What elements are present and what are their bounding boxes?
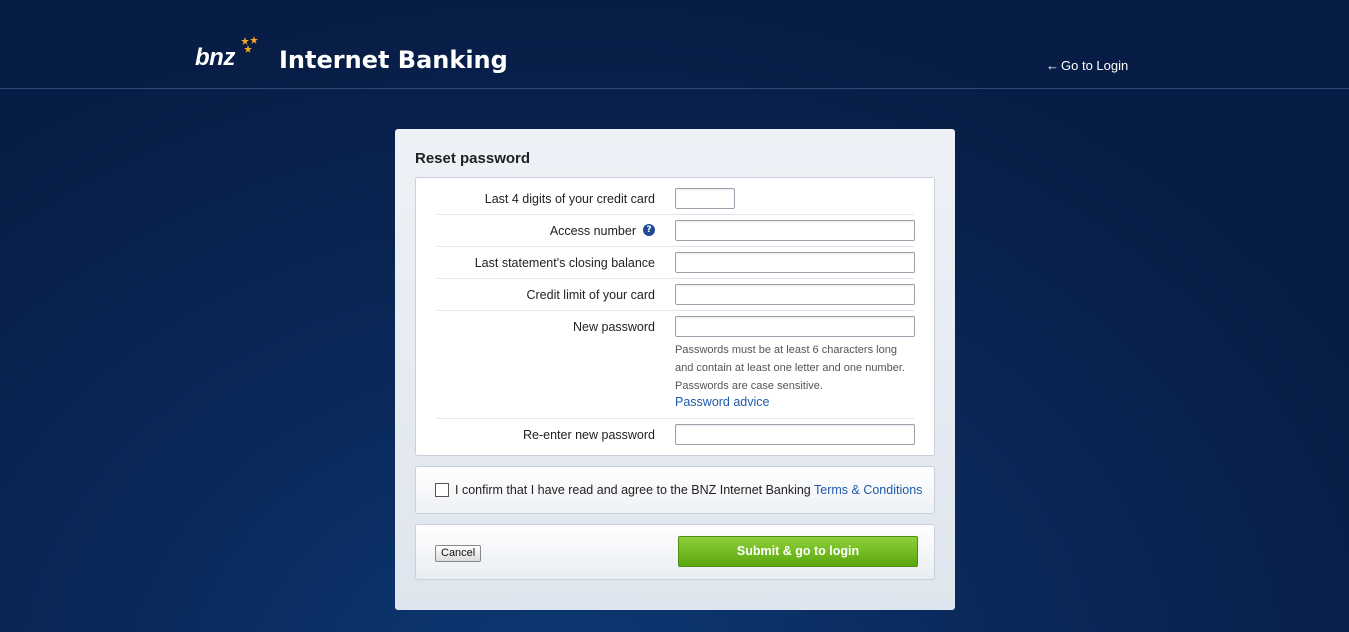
app-title: Internet Banking [279, 46, 508, 74]
form-row-credit-limit: Credit limit of your card [436, 278, 915, 311]
card-digits-label: Last 4 digits of your credit card [484, 192, 655, 206]
terms-confirm-label: I confirm that I have read and agree to … [455, 483, 811, 497]
terms-confirm-text: I confirm that I have read and agree to … [455, 483, 922, 497]
password-hint-line: Passwords must be at least 6 characters … [675, 344, 897, 356]
closing-balance-label: Last statement's closing balance [474, 256, 655, 270]
access-number-input[interactable] [675, 220, 915, 241]
terms-checkbox[interactable] [435, 483, 449, 497]
logo-wordmark: bnz [195, 44, 235, 71]
card-digits-input[interactable] [675, 188, 735, 209]
closing-balance-input[interactable] [675, 252, 915, 273]
credit-limit-label: Credit limit of your card [526, 288, 655, 302]
terms-conditions-link[interactable]: Terms & Conditions [814, 483, 922, 497]
terms-confirm-box: I confirm that I have read and agree to … [415, 466, 935, 514]
credit-limit-input[interactable] [675, 284, 915, 305]
stars-icon [241, 36, 258, 53]
reenter-password-label: Re-enter new password [522, 428, 655, 442]
form-row-access-number: Access number ? [436, 214, 915, 247]
form-row-reenter-password: Re-enter new password [436, 418, 915, 452]
question-icon[interactable]: ? [643, 224, 655, 236]
cancel-button[interactable]: Cancel [435, 545, 482, 562]
form-row-closing-balance: Last statement's closing balance [436, 246, 915, 279]
bnz-logo[interactable]: bnz [195, 36, 265, 76]
reenter-password-input[interactable] [675, 424, 915, 445]
password-hint-line: and contain at least one letter and one … [675, 362, 905, 374]
access-number-label: Access number [549, 224, 636, 238]
reset-form: Last 4 digits of your credit card Access… [415, 177, 935, 456]
password-hint: Passwords must be at least 6 characters … [675, 341, 915, 395]
submit-button[interactable]: Submit & go to login [678, 536, 918, 567]
panel-title: Reset password [415, 150, 531, 167]
form-actions: Cancel Submit & go to login [415, 524, 935, 580]
form-row-card-digits: Last 4 digits of your credit card [436, 182, 914, 215]
site-header: bnz Internet Banking ← Go to Login [0, 0, 1349, 89]
password-advice-link[interactable]: Password advice [675, 395, 770, 409]
arrow-left-icon: ← [1046, 58, 1059, 73]
new-password-label: New password [573, 320, 655, 334]
go-to-login-label: Go to Login [1061, 58, 1129, 73]
new-password-input[interactable] [675, 316, 915, 337]
password-hint-line: Passwords are case sensitive. [675, 380, 823, 392]
reset-password-panel: Reset password Last 4 digits of your cre… [395, 129, 955, 610]
form-row-new-password: New password Passwords must be at least … [436, 310, 915, 419]
go-to-login-link[interactable]: ← Go to Login [1046, 58, 1128, 73]
